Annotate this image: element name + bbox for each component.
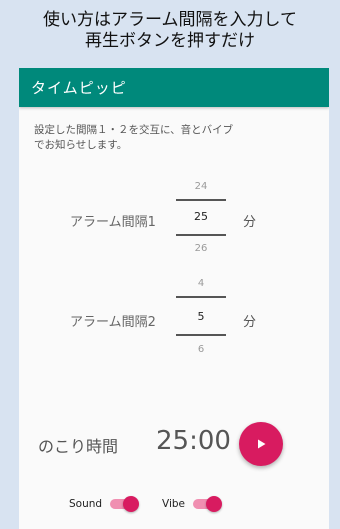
alarm-interval-2-value[interactable]: 5 — [176, 310, 226, 323]
description-line-1: 設定した間隔１・２を交互に、音とバイブ — [34, 124, 234, 136]
caption: 使い方はアラーム間隔を入力して 再生ボタンを押すだけ — [0, 10, 340, 52]
sound-toggle-label: Sound — [69, 498, 103, 510]
alarm-interval-1-value[interactable]: 25 — [176, 210, 226, 223]
alarm-interval-2-prev-value[interactable]: 4 — [176, 278, 226, 289]
switch-knob — [123, 496, 140, 512]
sound-toggle-switch[interactable] — [110, 496, 140, 512]
picker-divider — [176, 296, 226, 298]
play-button[interactable] — [239, 422, 283, 466]
picker-divider — [176, 234, 226, 236]
caption-line-2: 再生ボタンを押すだけ — [85, 31, 255, 51]
play-icon — [258, 439, 266, 449]
alarm-interval-2-unit: 分 — [243, 315, 257, 330]
remaining-time-label: のこり時間 — [38, 437, 119, 456]
app-bar: タイムピッピ — [19, 68, 329, 107]
app-title: タイムピッピ — [31, 79, 127, 97]
picker-divider — [176, 334, 226, 336]
app-screen: タイムピッピ 設定した間隔１・２を交互に、音とバイブ でお知らせします。 アラー… — [19, 68, 329, 529]
alarm-interval-1-label: アラーム間隔1 — [70, 215, 156, 230]
switch-knob — [206, 496, 222, 512]
alarm-interval-1-picker[interactable]: 24 25 26 — [176, 179, 226, 259]
alarm-interval-1-prev-value[interactable]: 24 — [176, 181, 226, 192]
remaining-time-display: 25:00 — [156, 426, 231, 456]
description: 設定した間隔１・２を交互に、音とバイブ でお知らせします。 — [34, 123, 319, 153]
alarm-interval-2-picker[interactable]: 4 5 6 — [176, 276, 226, 356]
vibe-toggle-switch[interactable] — [193, 496, 222, 512]
vibe-toggle-group: Vibe — [162, 494, 222, 514]
alarm-interval-2-next-value[interactable]: 6 — [176, 344, 226, 355]
alarm-interval-2-label: アラーム間隔2 — [70, 315, 156, 330]
caption-line-1: 使い方はアラーム間隔を入力して — [43, 10, 297, 30]
alarm-interval-1-next-value[interactable]: 26 — [176, 243, 226, 254]
vibe-toggle-label: Vibe — [162, 498, 185, 510]
alarm-interval-1-unit: 分 — [243, 215, 257, 230]
picker-divider — [176, 199, 226, 201]
description-line-2: でお知らせします。 — [34, 139, 128, 151]
sound-toggle-group: Sound — [69, 494, 140, 514]
alarm-interval-1-row: アラーム間隔1 24 25 26 分 — [19, 179, 329, 259]
alarm-interval-2-row: アラーム間隔2 4 5 6 分 — [19, 276, 329, 356]
